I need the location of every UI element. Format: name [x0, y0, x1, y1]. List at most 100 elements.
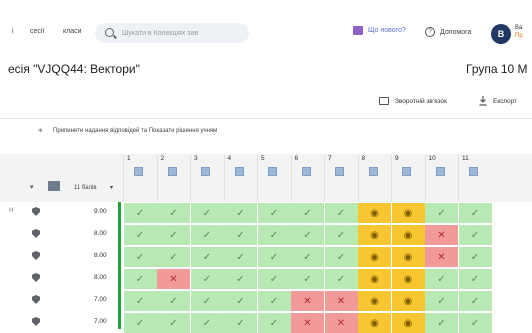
stop-icon[interactable]: ✶	[37, 126, 44, 135]
correct-cell[interactable]: ✓	[425, 203, 458, 223]
avatar[interactable]: B	[491, 24, 511, 44]
whats-new-link[interactable]: Що нового?	[368, 27, 406, 34]
correct-cell[interactable]: ✓	[257, 291, 291, 311]
column-header[interactable]: 3	[190, 155, 224, 201]
question-icon[interactable]	[167, 167, 177, 176]
correct-cell[interactable]: ✓	[458, 313, 492, 333]
help-link[interactable]: Допомога	[440, 29, 471, 36]
correct-cell[interactable]: ✓	[224, 225, 257, 245]
question-icon[interactable]	[469, 167, 478, 176]
correct-cell[interactable]: ✓	[257, 269, 291, 289]
correct-cell[interactable]: ✓	[425, 291, 458, 311]
question-icon[interactable]	[402, 167, 411, 176]
column-header[interactable]: 9	[391, 155, 425, 201]
review-cell[interactable]: ◉	[391, 247, 425, 267]
chevron-down-icon[interactable]: ▾	[30, 183, 34, 191]
correct-cell[interactable]: ✓	[458, 247, 492, 267]
correct-cell[interactable]: ✓	[458, 269, 492, 289]
question-icon[interactable]	[268, 167, 277, 176]
nav-item-1[interactable]: і	[12, 28, 14, 35]
incorrect-cell[interactable]: ✕	[324, 313, 358, 333]
review-cell[interactable]: ◉	[358, 225, 391, 245]
correct-cell[interactable]: ✓	[224, 203, 257, 223]
search-bar[interactable]	[95, 23, 249, 43]
correct-cell[interactable]: ✓	[324, 247, 358, 267]
correct-cell[interactable]: ✓	[123, 313, 157, 333]
correct-cell[interactable]: ✓	[291, 247, 324, 267]
correct-cell[interactable]: ✓	[224, 269, 257, 289]
correct-cell[interactable]: ✓	[190, 269, 224, 289]
correct-cell[interactable]: ✓	[425, 269, 458, 289]
review-cell[interactable]: ◉	[391, 291, 425, 311]
score-filter[interactable]: 11 балів	[74, 185, 97, 191]
review-cell[interactable]: ◉	[391, 225, 425, 245]
correct-cell[interactable]: ✓	[324, 203, 358, 223]
question-icon[interactable]	[234, 167, 244, 176]
column-header[interactable]: 11	[458, 155, 492, 201]
correct-cell[interactable]: ✓	[458, 291, 492, 311]
correct-cell[interactable]: ✓	[123, 269, 157, 289]
correct-cell[interactable]: ✓	[190, 291, 224, 311]
question-icon[interactable]	[201, 167, 210, 176]
question-icon[interactable]	[301, 167, 311, 176]
download-icon[interactable]	[479, 96, 487, 106]
correct-cell[interactable]: ✓	[291, 269, 324, 289]
nav-item-sessions[interactable]: сесії	[30, 28, 44, 35]
review-cell[interactable]: ◉	[358, 269, 391, 289]
nav-item-classes[interactable]: класи	[63, 28, 82, 35]
correct-cell[interactable]: ✓	[291, 203, 324, 223]
gift-icon[interactable]	[353, 26, 363, 35]
correct-cell[interactable]: ✓	[224, 313, 257, 333]
review-cell[interactable]: ◉	[358, 203, 391, 223]
correct-cell[interactable]: ✓	[224, 247, 257, 267]
correct-cell[interactable]: ✓	[123, 291, 157, 311]
correct-cell[interactable]: ✓	[157, 225, 190, 245]
correct-cell[interactable]: ✓	[257, 225, 291, 245]
correct-cell[interactable]: ✓	[257, 247, 291, 267]
correct-cell[interactable]: ✓	[257, 203, 291, 223]
incorrect-cell[interactable]: ✕	[291, 291, 324, 311]
column-header[interactable]: 7	[324, 155, 358, 201]
help-icon[interactable]: ?	[425, 27, 435, 37]
correct-cell[interactable]: ✓	[257, 313, 291, 333]
correct-cell[interactable]: ✓	[123, 203, 157, 223]
correct-cell[interactable]: ✓	[157, 247, 190, 267]
stop-responses-link[interactable]: Припинити надання відповідей та Показати…	[53, 128, 217, 134]
correct-cell[interactable]: ✓	[157, 291, 190, 311]
incorrect-cell[interactable]: ✕	[291, 313, 324, 333]
search-input[interactable]	[122, 26, 242, 40]
review-cell[interactable]: ◉	[391, 269, 425, 289]
column-header[interactable]: 1	[123, 155, 157, 201]
correct-cell[interactable]: ✓	[190, 203, 224, 223]
correct-cell[interactable]: ✓	[324, 269, 358, 289]
review-cell[interactable]: ◉	[358, 313, 391, 333]
correct-cell[interactable]: ✓	[190, 313, 224, 333]
export-button[interactable]: Експорт	[493, 98, 517, 105]
column-header[interactable]: 5	[257, 155, 291, 201]
correct-cell[interactable]: ✓	[157, 203, 190, 223]
incorrect-cell[interactable]: ✕	[157, 269, 190, 289]
correct-cell[interactable]: ✓	[425, 313, 458, 333]
correct-cell[interactable]: ✓	[190, 225, 224, 245]
feedback-button[interactable]: Зворотній зв'язок	[395, 98, 447, 105]
review-cell[interactable]: ◉	[391, 203, 425, 223]
incorrect-cell[interactable]: ✕	[324, 291, 358, 311]
feedback-icon[interactable]	[379, 97, 389, 105]
correct-cell[interactable]: ✓	[190, 247, 224, 267]
correct-cell[interactable]: ✓	[458, 225, 492, 245]
question-icon[interactable]	[134, 167, 143, 176]
incorrect-cell[interactable]: ✕	[425, 247, 458, 267]
correct-cell[interactable]: ✓	[224, 291, 257, 311]
column-header[interactable]: 4	[223, 155, 258, 201]
review-cell[interactable]: ◉	[358, 247, 391, 267]
review-cell[interactable]: ◉	[358, 291, 391, 311]
column-header[interactable]: 2	[156, 155, 191, 201]
question-icon[interactable]	[368, 167, 378, 176]
correct-cell[interactable]: ✓	[324, 225, 358, 245]
correct-cell[interactable]: ✓	[157, 313, 190, 333]
incorrect-cell[interactable]: ✕	[425, 225, 458, 245]
chevron-down-icon[interactable]: ▾	[110, 184, 113, 191]
question-icon[interactable]	[435, 167, 445, 176]
correct-cell[interactable]: ✓	[123, 225, 157, 245]
column-header[interactable]: 10	[424, 155, 459, 201]
